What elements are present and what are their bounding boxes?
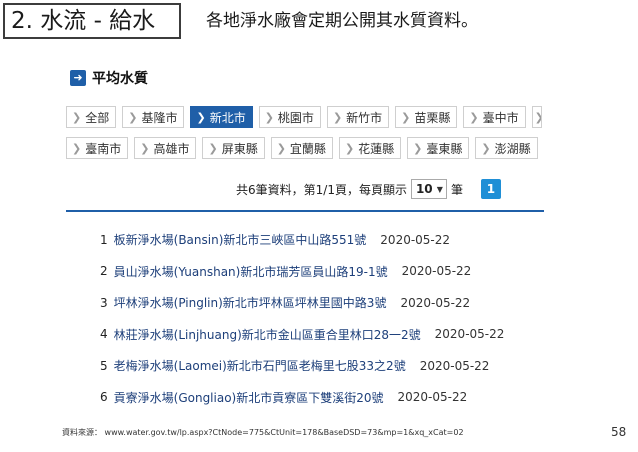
dropdown-arrow-icon: ▼ (436, 184, 443, 194)
chevron-right-icon: ❯ (413, 141, 423, 155)
list-item: 6 貢寮淨水場(Gongliao)新北市貢寮區下雙溪街20號 2020-05-2… (100, 382, 504, 414)
filter-chip-hsinchu[interactable]: ❯ 新竹市 (326, 106, 390, 128)
filter-chip-new-taipei[interactable]: ❯ 新北市 (190, 106, 253, 128)
chevron-right-icon: ❯ (332, 110, 343, 124)
chevron-right-icon: ❯ (276, 141, 286, 155)
chip-label: 基隆市 (141, 110, 178, 125)
chip-label: 臺中市 (482, 110, 519, 125)
chip-label: 苗栗縣 (414, 110, 451, 125)
results-list: 1 板新淨水場(Bansin)新北市三峽區中山路551號 2020-05-22 … (100, 224, 504, 413)
section-header: ➜ 平均水質 (70, 68, 148, 88)
item-number: 2 (100, 264, 108, 279)
item-number: 5 (100, 358, 108, 373)
chevron-right-icon: ❯ (196, 110, 206, 124)
list-item: 2 員山淨水場(Yuanshan)新北市瑞芳區員山路19-1號 2020-05-… (100, 256, 504, 288)
chevron-right-icon: ❯ (535, 111, 541, 124)
chevron-right-icon: ❯ (264, 110, 274, 124)
item-number: 6 (100, 390, 108, 405)
per-page-select[interactable]: 10 ▼ (410, 179, 447, 199)
city-filter-row-1: ❯全部 ❯基隆市 ❯新北市 ❯桃園市 ❯新竹市 ❯苗栗縣 ❯臺中市 ❯ (66, 106, 542, 128)
slide-title: 2. 水流 - 給水 (3, 3, 181, 39)
chip-label: 宜蘭縣 (289, 141, 326, 156)
slide-subtitle: 各地淨水廠會定期公開其水質資料。 (206, 11, 478, 31)
item-date: 2020-05-22 (380, 232, 451, 247)
pagination-summary: 共6筆資料，第1/1頁，每頁顯示 (236, 182, 407, 197)
chevron-right-icon: ❯ (401, 110, 411, 124)
chip-label: 澎湖縣 (494, 141, 531, 156)
item-date: 2020-05-22 (400, 295, 471, 310)
item-number: 4 (100, 327, 108, 342)
filter-chip-yilan[interactable]: ❯ 宜蘭縣 (270, 137, 333, 159)
list-divider (66, 210, 544, 212)
item-link[interactable]: 貢寮淨水場(Gongliao)新北市貢寮區下雙溪街20號 (114, 389, 384, 406)
item-number: 3 (100, 295, 108, 310)
chip-label: 臺東縣 (426, 141, 463, 156)
chevron-right-icon: ❯ (72, 141, 82, 155)
filter-chip-taoyuan[interactable]: ❯ 桃園市 (258, 106, 321, 128)
list-item: 4 林莊淨水場(Linjhuang)新北市金山區重合里林口28一2號 2020-… (100, 319, 504, 351)
page-number: 58 (611, 425, 627, 439)
filter-chip-pingtung[interactable]: ❯ 屏東縣 (202, 137, 265, 159)
chip-label: 全部 (85, 110, 110, 125)
filter-chip-tainan[interactable]: ❯ 臺南市 (66, 137, 129, 159)
item-link[interactable]: 老梅淨水場(Laomei)新北市石門區老梅里七股33之2號 (114, 357, 406, 374)
page-button-current[interactable]: 1 (480, 179, 501, 199)
filter-chip-all[interactable]: ❯ 全部 (66, 106, 117, 128)
filter-chip-keelung[interactable]: ❯ 基隆市 (122, 106, 185, 128)
item-date: 2020-05-22 (434, 327, 505, 342)
filter-chip-kaohsiung[interactable]: ❯ 高雄市 (134, 137, 197, 159)
pagination-bar: 共6筆資料，第1/1頁，每頁顯示 10 ▼ 筆 1 (236, 179, 501, 199)
list-item: 3 坪林淨水場(Pinglin)新北市坪林區坪林里國中路3號 2020-05-2… (100, 287, 504, 319)
chevron-right-icon: ❯ (469, 110, 479, 124)
source-citation: 資料來源： www.water.gov.tw/lp.aspx?CtNode=77… (62, 428, 464, 437)
item-date: 2020-05-22 (419, 358, 490, 373)
filter-chip-hualien[interactable]: ❯ 花蓮縣 (338, 137, 402, 159)
item-date: 2020-05-22 (401, 264, 472, 279)
chip-label: 新北市 (209, 110, 246, 125)
city-filter-row-2: ❯ 臺南市 ❯ 高雄市 ❯ 屏東縣 ❯ 宜蘭縣 ❯ 花蓮縣 ❯ 臺東縣 ❯ 澎湖縣 (66, 137, 538, 159)
chip-label: 高雄市 (153, 141, 190, 156)
filter-chip-more[interactable]: ❯ (531, 106, 542, 128)
chevron-right-icon: ❯ (72, 110, 82, 124)
item-link[interactable]: 板新淨水場(Bansin)新北市三峽區中山路551號 (114, 231, 367, 248)
chevron-right-icon: ❯ (481, 141, 491, 155)
chip-label: 臺南市 (85, 141, 122, 156)
item-number: 1 (100, 232, 108, 247)
filter-chip-taichung[interactable]: ❯ 臺中市 (463, 106, 526, 128)
list-item: 1 板新淨水場(Bansin)新北市三峽區中山路551號 2020-05-22 (100, 224, 504, 256)
chip-label: 花蓮縣 (358, 141, 395, 156)
chevron-right-icon: ❯ (128, 110, 138, 124)
filter-chip-taitung[interactable]: ❯ 臺東縣 (407, 137, 470, 159)
list-item: 5 老梅淨水場(Laomei)新北市石門區老梅里七股33之2號 2020-05-… (100, 350, 504, 382)
chip-label: 屏東縣 (221, 141, 258, 156)
filter-chip-miaoli[interactable]: ❯ 苗栗縣 (395, 106, 458, 128)
chevron-right-icon: ❯ (140, 141, 150, 155)
chip-label: 桃園市 (277, 110, 314, 125)
chevron-right-icon: ❯ (344, 141, 355, 155)
arrow-right-icon: ➜ (70, 70, 86, 86)
item-link[interactable]: 員山淨水場(Yuanshan)新北市瑞芳區員山路19-1號 (114, 263, 388, 280)
item-date: 2020-05-22 (397, 390, 468, 405)
item-link[interactable]: 坪林淨水場(Pinglin)新北市坪林區坪林里國中路3號 (114, 294, 387, 311)
filter-chip-penghu[interactable]: ❯ 澎湖縣 (475, 137, 538, 159)
chevron-right-icon: ❯ (208, 141, 218, 155)
per-page-unit: 筆 (450, 182, 463, 197)
chip-label: 新竹市 (346, 110, 383, 125)
item-link[interactable]: 林莊淨水場(Linjhuang)新北市金山區重合里林口28一2號 (114, 326, 421, 343)
per-page-value: 10 (415, 182, 433, 196)
section-title: 平均水質 (92, 71, 148, 87)
